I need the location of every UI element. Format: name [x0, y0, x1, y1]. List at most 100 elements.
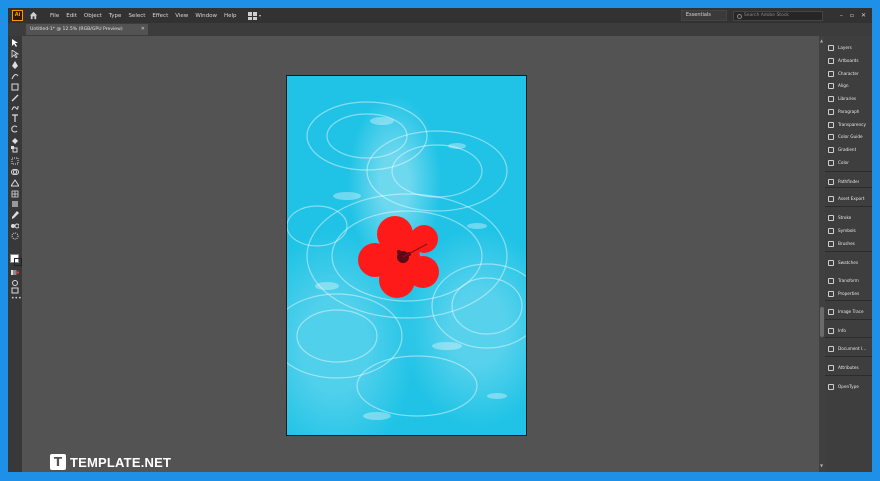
image-trace-icon: [828, 308, 834, 315]
properties-icon: [828, 290, 834, 297]
perspective-grid-tool-icon[interactable]: [11, 179, 19, 187]
swatches-icon: [828, 259, 834, 266]
panel-label: Gradient: [838, 147, 857, 152]
pathfinder-icon: [828, 178, 834, 185]
scroll-up-icon[interactable]: ▲: [820, 38, 823, 43]
blend-tool-icon[interactable]: [11, 222, 19, 229]
panel-opentype[interactable]: OpenType: [828, 382, 872, 391]
selection-tool-icon[interactable]: [11, 39, 19, 47]
window-controls: – ▫ ✕: [833, 12, 866, 19]
panel-attributes[interactable]: Attributes: [828, 363, 872, 372]
color-guide-icon: [828, 133, 834, 140]
shape-builder-tool-icon[interactable]: [11, 168, 19, 175]
free-transform-tool-icon[interactable]: [11, 157, 19, 165]
panel-divider: [825, 300, 872, 301]
menu-edit[interactable]: Edit: [66, 13, 77, 19]
eyedropper-tool-icon[interactable]: [11, 211, 19, 219]
panel-label: Pathfinder: [838, 179, 860, 184]
close-tab-icon[interactable]: ✕: [141, 24, 145, 35]
panel-transform[interactable]: Transform: [828, 276, 872, 285]
panel-divider: [825, 206, 872, 207]
panel-label: Swatches: [838, 260, 859, 265]
eraser-tool-icon[interactable]: [11, 136, 19, 144]
panel-color[interactable]: Color: [828, 158, 872, 167]
panel-gradient[interactable]: Gradient: [828, 145, 872, 154]
stock-search-input[interactable]: Search Adobe Stock: [732, 10, 823, 21]
panel-label: Color Guide: [838, 134, 863, 139]
color-mode-icon[interactable]: [11, 269, 19, 276]
menu-object[interactable]: Object: [84, 13, 102, 19]
rotate-tool-icon[interactable]: [11, 125, 19, 133]
symbol-sprayer-tool-icon[interactable]: [11, 232, 19, 240]
panel-transparency[interactable]: Transparency: [828, 120, 872, 129]
edit-toolbar-icon[interactable]: •••: [11, 295, 22, 302]
scroll-thumb[interactable]: [820, 307, 824, 337]
template-net-watermark: T TEMPLATE.NET: [50, 454, 171, 470]
minimize-button[interactable]: –: [840, 12, 843, 19]
close-window-button[interactable]: ✕: [861, 12, 866, 19]
menu-effect[interactable]: Effect: [152, 13, 168, 19]
panel-divider: [825, 251, 872, 252]
document-tab[interactable]: Untitled-1* @ 12.5% (RGB/GPU Preview) ✕: [26, 24, 148, 35]
panel-properties[interactable]: Properties: [828, 289, 872, 298]
scale-tool-icon[interactable]: [11, 146, 19, 153]
screen-mode-icon[interactable]: [11, 287, 19, 294]
panel-align[interactable]: Align: [828, 81, 872, 90]
info-icon: [828, 327, 834, 334]
menu-type[interactable]: Type: [109, 13, 122, 19]
menu-select[interactable]: Select: [128, 13, 145, 19]
scroll-down-icon[interactable]: ▼: [820, 463, 823, 468]
menu-view[interactable]: View: [175, 13, 188, 19]
paintbrush-tool-icon[interactable]: [11, 94, 19, 102]
stroke-icon: [828, 214, 834, 221]
document-info-icon: [828, 345, 834, 352]
panel-symbols[interactable]: Symbols: [828, 226, 872, 235]
panel-color-guide[interactable]: Color Guide: [828, 132, 872, 141]
menu-file[interactable]: File: [50, 13, 59, 19]
panel-character[interactable]: Character: [828, 69, 872, 78]
pen-tool-icon[interactable]: [11, 61, 19, 69]
panel-info[interactable]: Info: [828, 326, 872, 335]
home-icon[interactable]: [29, 11, 38, 20]
brushes-icon: [828, 240, 834, 247]
direct-selection-tool-icon[interactable]: [11, 50, 19, 58]
stroke-color-swatch[interactable]: [14, 258, 22, 266]
panel-divider: [825, 375, 872, 376]
document-tab-title: Untitled-1* @ 12.5% (RGB/GPU Preview): [30, 27, 123, 32]
curvature-tool-icon[interactable]: [11, 72, 19, 80]
rectangle-tool-icon[interactable]: [11, 83, 19, 91]
panel-layers[interactable]: Layers: [828, 43, 872, 52]
artboard[interactable]: [286, 75, 527, 436]
maximize-button[interactable]: ▫: [850, 12, 854, 19]
color-icon: [828, 159, 834, 166]
transform-icon: [828, 277, 834, 284]
panel-paragraph[interactable]: Paragraph: [828, 107, 872, 116]
type-tool-icon[interactable]: [11, 114, 19, 122]
arrange-documents-icon[interactable]: [247, 11, 262, 20]
panel-label: Layers: [838, 45, 852, 50]
menu-help[interactable]: Help: [224, 13, 237, 19]
canvas-area[interactable]: T TEMPLATE.NET: [22, 36, 819, 472]
tools-panel: •••: [8, 36, 22, 472]
panel-swatches[interactable]: Swatches: [828, 258, 872, 267]
gradient-tool-icon[interactable]: [11, 200, 19, 207]
panel-document-info[interactable]: Document I...: [828, 344, 872, 353]
menu-bar: Ai File Edit Object Type Select Effect V…: [8, 8, 872, 23]
mesh-tool-icon[interactable]: [11, 190, 19, 198]
draw-mode-icon[interactable]: [11, 279, 19, 286]
panel-label: Properties: [838, 291, 860, 296]
watermark-text: TEMPLATE.NET: [70, 454, 172, 470]
panel-asset-export[interactable]: Asset Export: [828, 194, 872, 203]
workspace-switcher[interactable]: Essentials: [680, 10, 727, 21]
panel-label: Libraries: [838, 96, 857, 101]
panel-divider: [825, 319, 872, 320]
panel-label: Attributes: [838, 365, 859, 370]
shaper-tool-icon[interactable]: [11, 104, 19, 111]
panel-pathfinder[interactable]: Pathfinder: [828, 177, 872, 186]
menu-window[interactable]: Window: [195, 13, 217, 19]
panel-libraries[interactable]: Libraries: [828, 94, 872, 103]
panel-stroke[interactable]: Stroke: [828, 213, 872, 222]
panel-artboards[interactable]: Artboards: [828, 56, 872, 65]
panel-brushes[interactable]: Brushes: [828, 239, 872, 248]
panel-image-trace[interactable]: Image Trace: [828, 307, 872, 316]
